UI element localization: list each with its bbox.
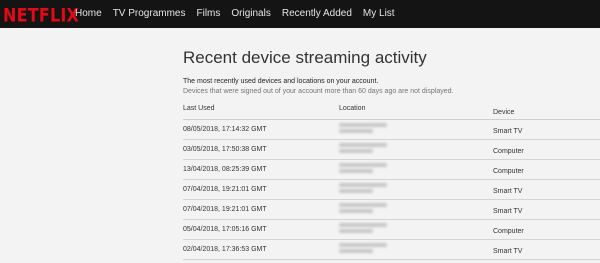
- device-cell: Computer: [493, 228, 524, 235]
- location-cell-redacted: [339, 223, 414, 237]
- location-cell-redacted: [339, 163, 414, 177]
- main-content: Recent device streaming activity The mos…: [183, 48, 600, 260]
- nav-item-films[interactable]: Films: [196, 8, 220, 19]
- last-used-cell: 03/05/2018, 17:50:38 GMT: [183, 146, 267, 153]
- table-row: 02/04/2018, 17:36:53 GMT Smart TV: [183, 240, 600, 260]
- intro-note: Devices that were signed out of your acc…: [183, 88, 454, 95]
- device-cell: Smart TV: [493, 248, 523, 255]
- header-device: Device: [493, 109, 515, 116]
- device-cell: Computer: [493, 168, 524, 175]
- device-cell: Smart TV: [493, 188, 523, 195]
- nav-item-home[interactable]: Home: [75, 8, 102, 19]
- table-row: 03/05/2018, 17:50:38 GMT Computer: [183, 140, 600, 160]
- last-used-cell: 07/04/2018, 19:21:01 GMT: [183, 206, 267, 213]
- last-used-cell: 08/05/2018, 17:14:32 GMT: [183, 126, 267, 133]
- table-row: 05/04/2018, 17:05:16 GMT Computer: [183, 220, 600, 240]
- last-used-cell: 05/04/2018, 17:05:16 GMT: [183, 226, 267, 233]
- header-last-used: Last Used: [183, 105, 215, 112]
- table-header: Last Used Location Device: [183, 105, 600, 120]
- nav-item-tv-programmes[interactable]: TV Programmes: [113, 8, 186, 19]
- netflix-logo[interactable]: NETFLIX: [3, 4, 79, 26]
- location-cell-redacted: [339, 243, 414, 257]
- location-cell-redacted: [339, 143, 414, 157]
- nav-item-originals[interactable]: Originals: [231, 8, 270, 19]
- intro-text: The most recently used devices and locat…: [183, 78, 379, 85]
- top-navigation-bar: NETFLIX Home TV Programmes Films Origina…: [0, 0, 600, 28]
- nav-item-recently-added[interactable]: Recently Added: [282, 8, 352, 19]
- activity-table: Last Used Location Device 08/05/2018, 17…: [183, 105, 600, 260]
- device-cell: Smart TV: [493, 128, 523, 135]
- table-row: 07/04/2018, 19:21:01 GMT Smart TV: [183, 180, 600, 200]
- device-cell: Computer: [493, 148, 524, 155]
- page-title: Recent device streaming activity: [183, 48, 427, 67]
- table-row: 13/04/2018, 08:25:39 GMT Computer: [183, 160, 600, 180]
- last-used-cell: 07/04/2018, 19:21:01 GMT: [183, 186, 267, 193]
- table-row: 08/05/2018, 17:14:32 GMT Smart TV: [183, 120, 600, 140]
- table-body: 08/05/2018, 17:14:32 GMT Smart TV 03/05/20…: [183, 120, 600, 260]
- device-cell: Smart TV: [493, 208, 523, 215]
- table-row: 07/04/2018, 19:21:01 GMT Smart TV: [183, 200, 600, 220]
- location-cell-redacted: [339, 123, 414, 137]
- header-location: Location: [339, 105, 366, 112]
- main-nav: Home TV Programmes Films Originals Recen…: [75, 8, 406, 19]
- location-cell-redacted: [339, 203, 414, 217]
- location-cell-redacted: [339, 183, 414, 197]
- last-used-cell: 13/04/2018, 08:25:39 GMT: [183, 166, 267, 173]
- last-used-cell: 02/04/2018, 17:36:53 GMT: [183, 246, 267, 253]
- nav-item-my-list[interactable]: My List: [363, 8, 395, 19]
